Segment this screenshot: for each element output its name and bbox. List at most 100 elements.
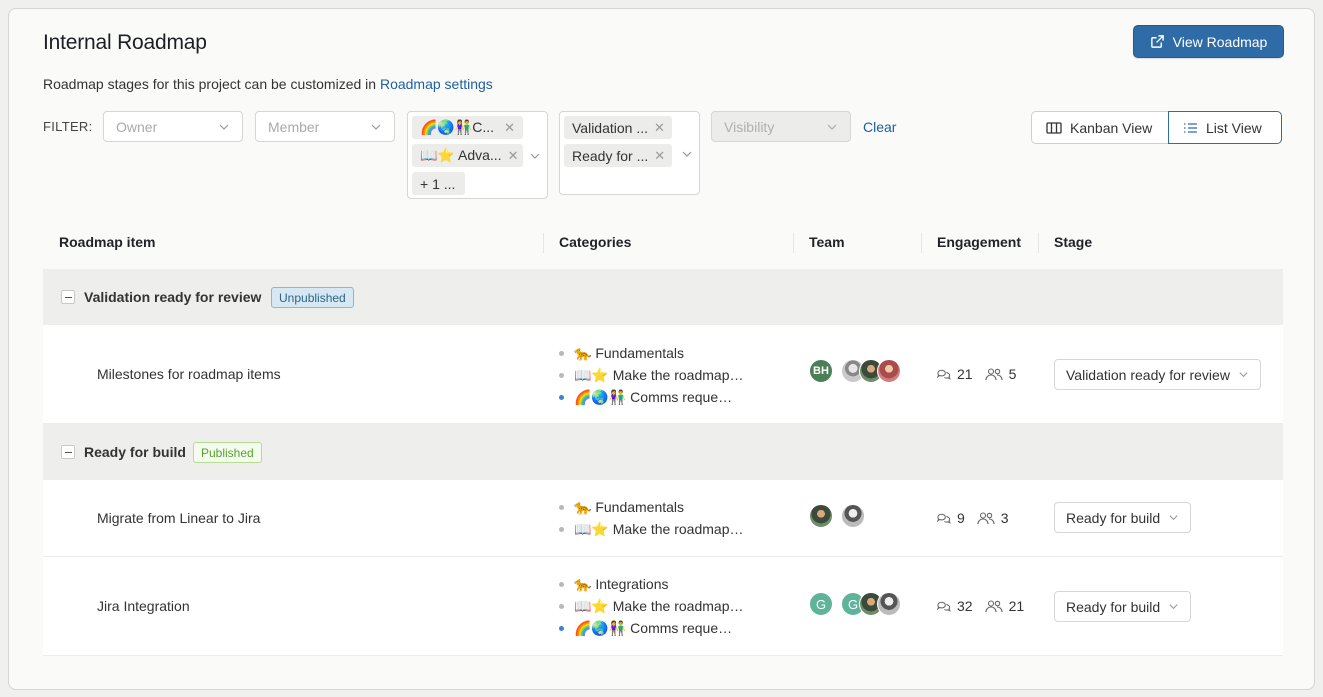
remove-tag-icon[interactable]: ✕ <box>508 148 519 164</box>
stage-tag[interactable]: Validation ... ✕ <box>564 116 672 139</box>
stage-select[interactable]: Ready for build <box>1054 502 1192 533</box>
avatar[interactable]: G <box>809 592 833 616</box>
kanban-view-button[interactable]: Kanban View <box>1031 111 1169 144</box>
stage-tag[interactable]: Ready for ... ✕ <box>564 144 672 167</box>
category-item: 🌈🌏👫 Comms reque… <box>559 386 743 408</box>
external-link-icon <box>1150 35 1164 48</box>
category-list: 🐆 Fundamentals 📖⭐ Make the roadmap… 🌈🌏👫 … <box>559 342 743 408</box>
roadmap-item-title[interactable]: Migrate from Linear to Jira <box>97 510 260 526</box>
clear-filters-link[interactable]: Clear <box>863 119 896 135</box>
remove-tag-icon[interactable]: ✕ <box>654 120 665 136</box>
avatar[interactable]: BH <box>809 359 833 383</box>
category-multiselect[interactable]: 🌈🌏👫C... ✕ 📖⭐ Adva... ✕ + 1 ... <box>407 111 548 199</box>
status-badge: Published <box>193 442 262 463</box>
stage-select[interactable]: Ready for build <box>1054 591 1192 622</box>
engagement-stats: 21 5 <box>936 366 1016 382</box>
chevron-down-icon <box>1239 372 1248 378</box>
stage-select[interactable]: Validation ready for review <box>1054 359 1261 390</box>
category-tag[interactable]: 🌈🌏👫C... ✕ <box>412 116 523 139</box>
table-row[interactable]: Migrate from Linear to Jira 🐆 Fundamenta… <box>43 480 1283 557</box>
stage-value: Validation ready for review <box>1066 366 1230 383</box>
list-view-label: List View <box>1206 119 1262 136</box>
chevron-down-icon <box>530 153 540 159</box>
stage-multiselect[interactable]: Validation ... ✕ Ready for ... ✕ <box>559 111 700 195</box>
collapse-icon[interactable] <box>61 445 75 459</box>
category-item: 📖⭐ Make the roadmap… <box>559 595 743 617</box>
avatar[interactable] <box>809 504 833 528</box>
team-avatars: G G <box>809 592 901 616</box>
roadmap-table: Roadmap item Categories Team Engagement … <box>43 225 1283 656</box>
chevron-down-icon <box>682 151 692 157</box>
header-engagement[interactable]: Engagement <box>937 234 1021 250</box>
group-name: Validation ready for review <box>84 289 262 305</box>
collapse-icon[interactable] <box>61 290 75 304</box>
page-title: Internal Roadmap <box>43 31 207 54</box>
comment-count: 21 <box>957 366 973 382</box>
roadmap-item-title[interactable]: Milestones for roadmap items <box>97 366 281 382</box>
group-name: Ready for build <box>84 444 186 460</box>
category-item: 🌈🌏👫 Comms reque… <box>559 617 743 639</box>
team-avatars: BH <box>809 359 901 383</box>
view-roadmap-button[interactable]: View Roadmap <box>1133 25 1284 58</box>
header-stage[interactable]: Stage <box>1054 234 1092 250</box>
category-item: 🐆 Integrations <box>559 573 743 595</box>
table-row[interactable]: Milestones for roadmap items 🐆 Fundament… <box>43 325 1283 424</box>
avatar[interactable] <box>841 504 865 528</box>
table-row[interactable]: Jira Integration 🐆 Integrations 📖⭐ Make … <box>43 557 1283 656</box>
visibility-placeholder: Visibility <box>724 118 775 135</box>
column-divider <box>543 233 544 253</box>
avatar[interactable] <box>877 359 901 383</box>
avatar[interactable] <box>877 592 901 616</box>
comments-icon <box>936 601 951 612</box>
roadmap-item-title[interactable]: Jira Integration <box>97 598 190 614</box>
roadmap-panel: Internal Roadmap Roadmap stages for this… <box>8 8 1315 690</box>
column-divider <box>1038 233 1039 253</box>
owner-select[interactable]: Owner <box>103 111 243 142</box>
kanban-icon <box>1046 121 1062 134</box>
group-row-ready-for-build: Ready for build Published <box>43 424 1283 480</box>
list-view-button[interactable]: List View <box>1168 111 1282 144</box>
kanban-view-label: Kanban View <box>1070 119 1153 136</box>
category-tag-label: 📖⭐ Adva... <box>420 147 502 163</box>
category-item: 📖⭐ Make the roadmap… <box>559 364 743 386</box>
header-team[interactable]: Team <box>809 234 845 250</box>
status-badge: Unpublished <box>271 287 354 308</box>
subtitle-text: Roadmap stages for this project can be c… <box>43 76 380 92</box>
table-header: Roadmap item Categories Team Engagement … <box>43 225 1283 269</box>
filter-label: FILTER: <box>43 119 93 134</box>
voters-icon <box>985 600 1003 613</box>
stage-tag-label: Ready for ... <box>572 147 649 164</box>
engagement-stats: 9 3 <box>936 510 1009 526</box>
visibility-select[interactable]: Visibility <box>711 111 851 142</box>
more-tags-badge[interactable]: + 1 ... <box>412 172 465 195</box>
remove-tag-icon[interactable]: ✕ <box>504 120 515 136</box>
stage-value: Ready for build <box>1066 509 1161 526</box>
voters-icon <box>985 368 1003 381</box>
category-list: 🐆 Fundamentals 📖⭐ Make the roadmap… <box>559 496 743 540</box>
category-item: 🐆 Fundamentals <box>559 496 743 518</box>
member-placeholder: Member <box>268 118 320 135</box>
remove-tag-icon[interactable]: ✕ <box>654 148 665 164</box>
stage-value: Ready for build <box>1066 598 1161 615</box>
view-roadmap-label: View Roadmap <box>1172 33 1268 50</box>
roadmap-settings-link[interactable]: Roadmap settings <box>380 76 493 92</box>
chevron-down-icon <box>1169 604 1178 610</box>
voter-count: 21 <box>1008 598 1025 614</box>
header-categories[interactable]: Categories <box>559 234 631 250</box>
member-select[interactable]: Member <box>255 111 395 142</box>
group-row-validation: Validation ready for review Unpublished <box>43 269 1283 325</box>
voter-count: 5 <box>1008 366 1017 382</box>
view-toggle: Kanban View List View <box>1031 111 1282 144</box>
category-item: 🐆 Fundamentals <box>559 342 743 364</box>
page-subtitle: Roadmap stages for this project can be c… <box>43 76 493 92</box>
engagement-stats: 32 21 <box>936 598 1024 614</box>
chevron-down-icon <box>827 124 837 130</box>
owner-placeholder: Owner <box>116 118 158 135</box>
category-tag[interactable]: 📖⭐ Adva... ✕ <box>412 144 523 167</box>
voters-icon <box>977 512 995 525</box>
comment-count: 9 <box>957 510 965 526</box>
column-divider <box>921 233 922 253</box>
chevron-down-icon <box>371 124 381 130</box>
header-roadmap-item[interactable]: Roadmap item <box>59 234 155 250</box>
comment-count: 32 <box>957 598 973 614</box>
